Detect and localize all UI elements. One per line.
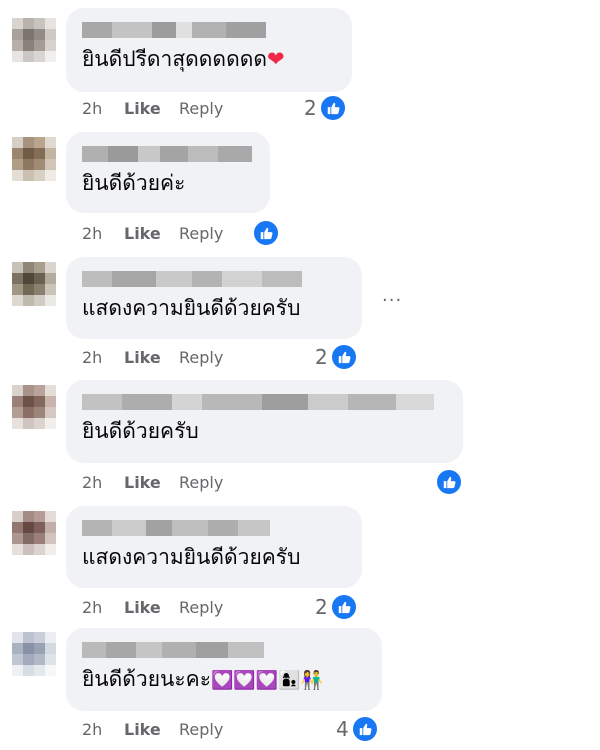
reaction-summary[interactable]: 2 <box>304 94 347 122</box>
reply-button[interactable]: Reply <box>179 224 223 243</box>
comment-bubble: ยินดีด้วยครับ <box>66 380 463 463</box>
like-button[interactable]: Like <box>124 348 179 367</box>
heart-emoji: ❤ <box>266 47 285 71</box>
thumbs-up-icon <box>252 219 280 247</box>
reaction-summary[interactable]: 4 <box>336 715 379 743</box>
comment-actions: 2h Like Reply <box>82 473 223 492</box>
reply-button[interactable]: Reply <box>179 720 223 739</box>
author-name-blurred[interactable] <box>82 394 434 410</box>
timestamp[interactable]: 2h <box>82 473 124 492</box>
reaction-count: 4 <box>336 717 349 741</box>
like-button[interactable]: Like <box>124 99 179 118</box>
avatar[interactable] <box>12 385 56 429</box>
like-button[interactable]: Like <box>124 598 179 617</box>
comment-text: ยินดีด้วยครับ <box>82 419 199 443</box>
author-name-blurred[interactable] <box>82 146 252 162</box>
comment-bubble: ยินดีปรีดาสุดดดดดด❤ <box>66 8 352 92</box>
like-button[interactable]: Like <box>124 473 179 492</box>
comment-bubble: ยินดีด้วยค่ะ <box>66 132 270 213</box>
comment-bubble: ยินดีด้วยนะคะ💟💟💟👩‍👦👫 <box>66 628 382 711</box>
thumbs-up-icon <box>329 593 358 621</box>
avatar[interactable] <box>12 511 56 555</box>
reaction-count: 2 <box>315 595 328 619</box>
comment-text: ยินดีด้วยค่ะ <box>82 171 186 195</box>
author-name-blurred[interactable] <box>82 22 266 38</box>
reaction-summary[interactable] <box>250 219 280 247</box>
pink-hearts-emoji: 💟💟💟 <box>211 670 279 691</box>
comment-actions: 2h Like Reply <box>82 224 223 243</box>
avatar[interactable] <box>12 137 56 181</box>
comment-text: ยินดีด้วยนะคะ💟💟💟👩‍👦👫 <box>82 667 324 691</box>
reply-button[interactable]: Reply <box>179 598 223 617</box>
reply-button[interactable]: Reply <box>179 473 223 492</box>
comment-actions: 2h Like Reply <box>82 99 223 118</box>
comment-actions: 2h Like Reply <box>82 348 223 367</box>
author-name-blurred[interactable] <box>82 271 302 287</box>
timestamp[interactable]: 2h <box>82 348 124 367</box>
timestamp[interactable]: 2h <box>82 720 124 739</box>
avatar[interactable] <box>12 632 56 676</box>
reaction-summary[interactable]: 2 <box>315 343 358 371</box>
reaction-count: 2 <box>315 345 328 369</box>
thumbs-up-icon <box>318 94 347 122</box>
more-options-button[interactable]: ··· <box>382 290 402 311</box>
timestamp[interactable]: 2h <box>82 99 124 118</box>
thumbs-up-icon <box>350 715 379 743</box>
thumbs-up-icon <box>329 343 358 371</box>
avatar[interactable] <box>12 18 56 62</box>
comment-text: ยินดีปรีดาสุดดดดดด❤ <box>82 47 285 71</box>
comment-bubble: แสดงความยินดีด้วยครับ <box>66 506 362 588</box>
like-button[interactable]: Like <box>124 224 179 243</box>
avatar[interactable] <box>12 262 56 306</box>
timestamp[interactable]: 2h <box>82 224 124 243</box>
comment-actions: 2h Like Reply <box>82 598 223 617</box>
reply-button[interactable]: Reply <box>179 99 223 118</box>
comment-text: แสดงความยินดีด้วยครับ <box>82 296 301 320</box>
people-emoji: 👩‍👦👫 <box>278 670 324 691</box>
comment-text: แสดงความยินดีด้วยครับ <box>82 545 301 569</box>
reply-button[interactable]: Reply <box>179 348 223 367</box>
reaction-summary[interactable]: 2 <box>315 593 358 621</box>
comment-actions: 2h Like Reply <box>82 720 223 739</box>
comment-bubble: แสดงความยินดีด้วยครับ <box>66 257 362 339</box>
thumbs-up-icon <box>435 468 463 496</box>
reaction-count: 2 <box>304 96 317 120</box>
like-button[interactable]: Like <box>124 720 179 739</box>
author-name-blurred[interactable] <box>82 520 270 536</box>
reaction-summary[interactable] <box>433 468 463 496</box>
timestamp[interactable]: 2h <box>82 598 124 617</box>
author-name-blurred[interactable] <box>82 642 264 658</box>
